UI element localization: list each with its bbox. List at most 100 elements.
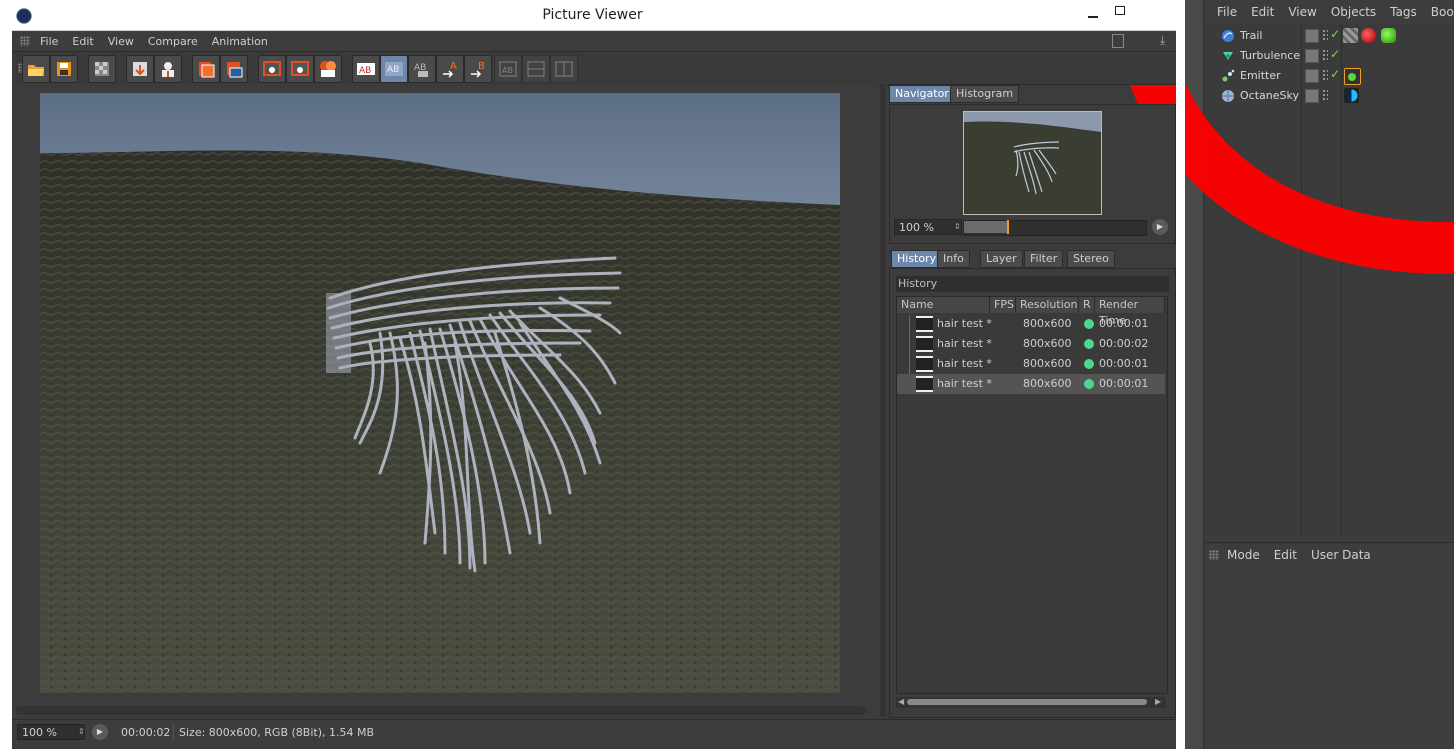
dock-arrow-icon[interactable]: ⤓ [1160, 33, 1165, 48]
status-time: 00:00:02 [121, 726, 171, 739]
render-thumbnail-icon [916, 336, 933, 352]
history-name: hair test * [937, 377, 992, 390]
zoom-slider-knob[interactable] [1007, 220, 1009, 234]
divider [173, 724, 174, 740]
column-header-fps[interactable]: FPS [990, 297, 1016, 313]
set-a-icon[interactable]: A [436, 55, 464, 83]
window-border [0, 30, 12, 749]
status-dot-icon [1084, 379, 1094, 389]
history-resolution: 800x600 [1023, 317, 1072, 330]
history-name: hair test * [937, 317, 992, 330]
save-icon[interactable] [50, 55, 78, 83]
menu-edit[interactable]: Edit [72, 35, 93, 48]
minimize-icon[interactable] [1088, 6, 1098, 18]
set-b-icon[interactable]: B [464, 55, 492, 83]
menu-file[interactable]: File [40, 35, 58, 48]
column-header-resolution[interactable]: Resolution [1016, 297, 1079, 313]
navigator-tabs: Navigator Histogram [889, 85, 1174, 103]
panel-splitter[interactable] [880, 84, 886, 716]
svg-text:A: A [450, 61, 457, 72]
attribute-manager-menubar: Mode Edit User Data [1204, 542, 1454, 567]
layout-2-icon[interactable] [522, 55, 550, 83]
view-region-icon[interactable] [286, 55, 314, 83]
history-row[interactable]: hair test * 800x600 00:00:01 [897, 314, 1165, 334]
layout-3-icon[interactable] [550, 55, 578, 83]
render-region-icon[interactable] [192, 55, 220, 83]
view-single-icon[interactable] [258, 55, 286, 83]
open-icon[interactable] [22, 55, 50, 83]
ab-split-icon[interactable]: AB [380, 55, 408, 83]
tab-layer[interactable]: Layer [980, 250, 1023, 268]
window-titlebar[interactable]: Picture Viewer [0, 0, 1185, 31]
tab-navigator[interactable]: Navigator [889, 85, 955, 103]
ab-compare-icon[interactable]: AB [352, 55, 380, 83]
scroll-right-icon[interactable]: ▶ [1155, 697, 1161, 706]
history-render-time: 00:00:01 [1099, 377, 1149, 390]
status-zoom-field[interactable]: 100 % [17, 724, 85, 740]
rendered-image[interactable] [40, 93, 840, 693]
svg-text:AB: AB [387, 65, 399, 75]
horizontal-scrollbar[interactable] [16, 706, 866, 715]
column-header-render-time[interactable]: Render Time [1095, 297, 1165, 327]
grip-icon[interactable] [1209, 550, 1219, 560]
navigator-thumbnail[interactable] [963, 111, 1102, 215]
history-render-time: 00:00:02 [1099, 337, 1149, 350]
picture-viewer-menubar: File Edit View Compare Animation [12, 31, 1176, 51]
menu-view[interactable]: View [108, 35, 134, 48]
history-render-time: 00:00:01 [1099, 317, 1149, 330]
tab-filter[interactable]: Filter [1024, 250, 1064, 268]
render-view-icon[interactable] [220, 55, 248, 83]
scroll-left-icon[interactable]: ◀ [898, 697, 904, 706]
history-name: hair test * [937, 337, 992, 350]
grip-icon[interactable] [20, 36, 30, 46]
tab-info[interactable]: Info [937, 250, 970, 268]
column-header-name[interactable]: Name [897, 297, 990, 313]
history-resolution: 800x600 [1023, 357, 1072, 370]
menu-compare[interactable]: Compare [148, 35, 198, 48]
view-all-icon[interactable] [314, 55, 342, 83]
render-thumbnail-icon [916, 376, 933, 392]
am-menu-mode[interactable]: Mode [1227, 548, 1260, 562]
scrollbar-thumb[interactable] [907, 699, 1147, 705]
tab-history[interactable]: History [891, 250, 943, 268]
tab-stereo[interactable]: Stereo [1067, 250, 1115, 268]
panel-icon[interactable] [1112, 34, 1124, 48]
column-header-r[interactable]: R [1079, 297, 1095, 313]
menu-animation[interactable]: Animation [212, 35, 268, 48]
am-menu-edit[interactable]: Edit [1274, 548, 1297, 562]
zoom-slider-fill [964, 221, 1008, 233]
window-title: Picture Viewer [542, 7, 643, 23]
history-resolution: 800x600 [1023, 377, 1072, 390]
zoom-field[interactable]: 100 % [894, 219, 962, 235]
tab-histogram[interactable]: Histogram [950, 85, 1020, 103]
render-queue-icon[interactable] [126, 55, 154, 83]
layout-1-icon[interactable]: AB [494, 55, 522, 83]
history-row[interactable]: hair test * 800x600 00:00:01 [897, 354, 1165, 374]
status-info: Size: 800x600, RGB (8Bit), 1.54 MB [179, 726, 375, 739]
history-resolution: 800x600 [1023, 337, 1072, 350]
history-row[interactable]: hair test * 800x600 00:00:02 [897, 334, 1165, 354]
status-dot-icon [1084, 339, 1094, 349]
spinner-icon[interactable]: ⇕ [954, 222, 961, 231]
history-name: hair test * [937, 357, 992, 370]
transparency-icon[interactable] [88, 55, 116, 83]
render-thumbnail-icon [916, 316, 933, 332]
history-row-selected[interactable]: hair test * 800x600 00:00:01 [897, 374, 1165, 394]
history-render-time: 00:00:01 [1099, 357, 1149, 370]
svg-text:AB: AB [359, 66, 371, 76]
svg-text:AB: AB [502, 66, 513, 75]
status-dot-icon [1084, 319, 1094, 329]
history-tabs: History Info Layer Filter Stereo [891, 250, 1174, 268]
ab-toggle-icon[interactable]: AB [408, 55, 436, 83]
play-icon[interactable]: ▶ [1152, 219, 1168, 235]
spinner-icon[interactable]: ⇕ [78, 727, 85, 736]
toolbar: AB AB AB A B AB [12, 51, 1176, 85]
render-user-icon[interactable] [154, 55, 182, 83]
window-border [1176, 30, 1185, 749]
maximize-icon[interactable] [1115, 6, 1125, 15]
svg-text:B: B [478, 61, 485, 72]
play-icon[interactable]: ▶ [92, 724, 108, 740]
am-menu-user-data[interactable]: User Data [1311, 548, 1371, 562]
history-header: History [896, 276, 1169, 292]
render-thumbnail-icon [916, 356, 933, 372]
